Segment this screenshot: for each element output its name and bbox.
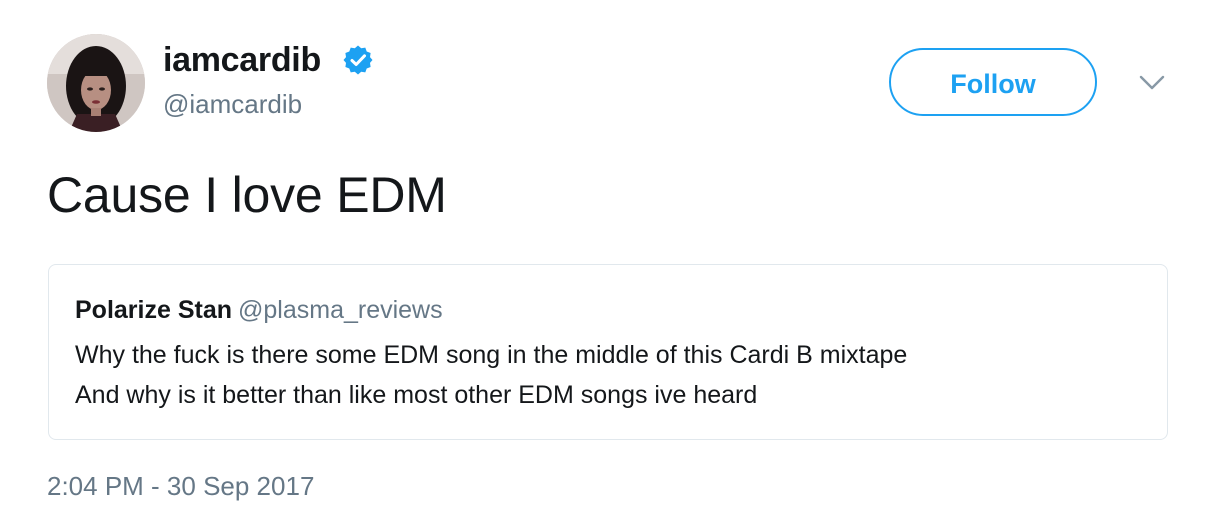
avatar[interactable] [47, 34, 145, 132]
quoted-tweet[interactable]: Polarize Stan @plasma_reviews Why the fuc… [48, 264, 1168, 440]
quoted-tweet-text-line: Why the fuck is there some EDM song in t… [75, 341, 908, 369]
quoted-tweet-author-name: Polarize Stan [75, 296, 232, 324]
user-display-name[interactable]: iamcardib [163, 40, 321, 80]
avatar-image [47, 34, 145, 132]
tweet-text: Cause I love EDM [47, 167, 447, 223]
chevron-down-icon[interactable] [1138, 74, 1166, 92]
tweet-card: iamcardib @iamcardib Follow Cause I love… [0, 0, 1214, 518]
tweet-timestamp[interactable]: 2:04 PM - 30 Sep 2017 [47, 470, 314, 502]
follow-button[interactable]: Follow [889, 48, 1097, 116]
quoted-tweet-text-line: And why is it better than like most othe… [75, 381, 758, 409]
verified-badge-icon [343, 45, 373, 75]
user-handle[interactable]: @iamcardib [163, 88, 302, 120]
follow-button-label: Follow [950, 69, 1036, 99]
quoted-tweet-header: Polarize Stan @plasma_reviews [75, 295, 443, 325]
quoted-tweet-author-handle: @plasma_reviews [238, 296, 443, 324]
